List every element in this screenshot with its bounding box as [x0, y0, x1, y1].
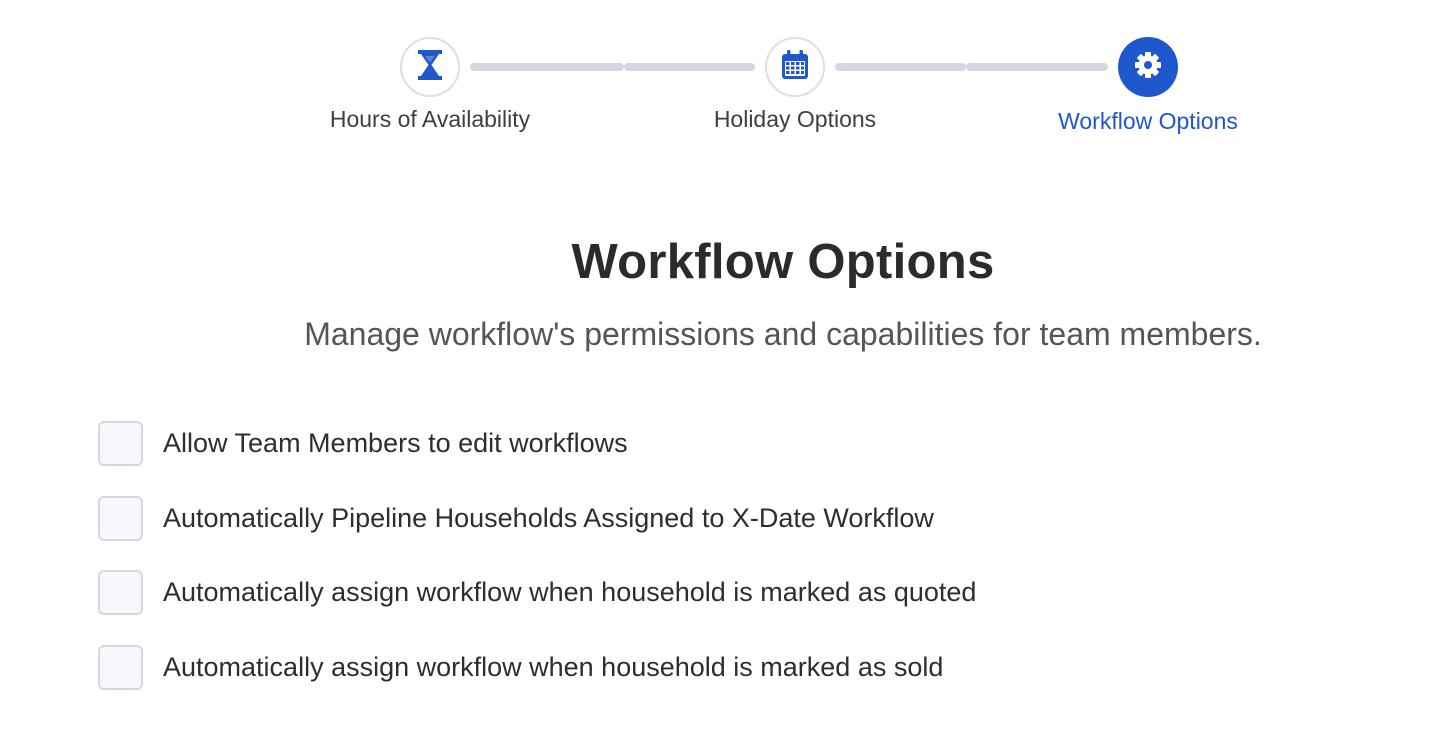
step-hours-of-availability[interactable] — [400, 37, 460, 97]
page-subtitle: Manage workflow's permissions and capabi… — [304, 316, 1262, 352]
option-label: Automatically assign workflow when house… — [163, 652, 944, 682]
stepper-connector — [624, 63, 755, 71]
option-label: Automatically Pipeline Households Assign… — [163, 503, 934, 533]
option-assign-when-sold[interactable]: Automatically assign workflow when house… — [98, 645, 943, 690]
stepper-connector — [835, 63, 966, 71]
hourglass-icon — [416, 49, 444, 86]
checkbox[interactable] — [98, 645, 143, 690]
checkbox[interactable] — [98, 496, 143, 541]
step-holiday-options[interactable] — [765, 37, 825, 97]
stepper-connector — [966, 63, 1108, 71]
progress-stepper: Hours of Availability Holiday Options Wo… — [0, 0, 1446, 150]
option-assign-when-quoted[interactable]: Automatically assign workflow when house… — [98, 570, 976, 615]
step-label-workflow-options[interactable]: Workflow Options — [998, 108, 1298, 135]
option-label: Allow Team Members to edit workflows — [163, 428, 628, 458]
stepper-connector — [470, 63, 624, 71]
option-pipeline-x-date[interactable]: Automatically Pipeline Households Assign… — [98, 496, 934, 541]
calendar-icon — [779, 49, 811, 86]
step-label-holiday-options[interactable]: Holiday Options — [645, 106, 945, 133]
checkbox[interactable] — [98, 570, 143, 615]
page-title: Workflow Options — [571, 235, 995, 289]
step-workflow-options[interactable] — [1118, 37, 1178, 97]
option-label: Automatically assign workflow when house… — [163, 577, 977, 607]
option-allow-edit-workflows[interactable]: Allow Team Members to edit workflows — [98, 421, 628, 466]
gear-icon — [1133, 50, 1163, 85]
checkbox[interactable] — [98, 421, 143, 466]
step-label-hours-of-availability[interactable]: Hours of Availability — [280, 106, 580, 133]
